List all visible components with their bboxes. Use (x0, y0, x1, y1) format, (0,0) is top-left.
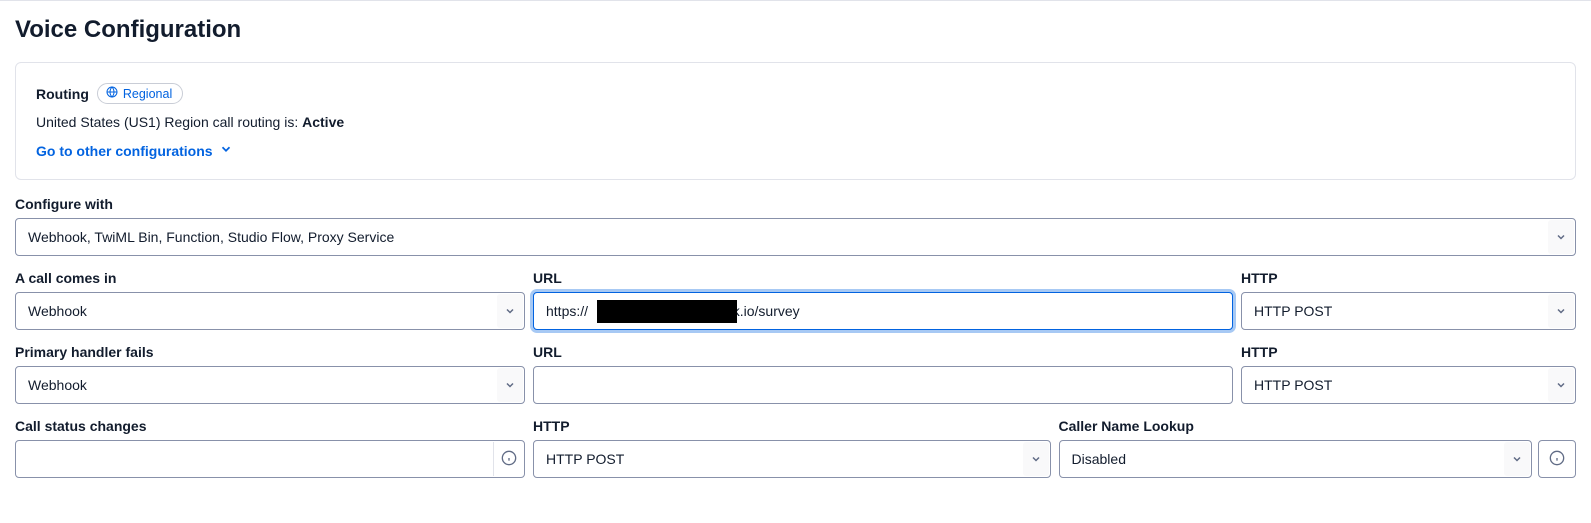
info-icon (1549, 450, 1565, 469)
routing-status: United States (US1) Region call routing … (36, 114, 1555, 130)
other-configurations-link[interactable]: Go to other configurations (36, 142, 233, 159)
routing-panel: Routing Regional United States (US1) Reg… (15, 62, 1576, 180)
call-comes-in-handler-select[interactable] (15, 292, 525, 330)
primary-fails-http-label: HTTP (1241, 344, 1576, 360)
primary-fails-label: Primary handler fails (15, 344, 525, 360)
call-comes-in-url-input[interactable] (533, 292, 1233, 330)
caller-name-lookup-label: Caller Name Lookup (1059, 418, 1577, 434)
info-icon-button[interactable] (493, 442, 523, 476)
call-status-http-label: HTTP (533, 418, 1051, 434)
call-comes-in-url-label: URL (533, 270, 1233, 286)
caller-name-lookup-select[interactable] (1059, 440, 1533, 478)
configure-with-label: Configure with (15, 196, 1576, 212)
call-status-changes-label: Call status changes (15, 418, 525, 434)
page-title: Voice Configuration (15, 16, 1576, 44)
configure-with-select[interactable] (15, 218, 1576, 256)
call-comes-in-label: A call comes in (15, 270, 525, 286)
primary-fails-http-select[interactable] (1241, 366, 1576, 404)
call-comes-in-http-select[interactable] (1241, 292, 1576, 330)
regional-badge-text: Regional (123, 87, 172, 101)
info-icon (501, 450, 517, 469)
primary-fails-handler-select[interactable] (15, 366, 525, 404)
call-status-url-input[interactable] (15, 440, 525, 478)
routing-status-value: Active (302, 114, 344, 130)
call-status-http-select[interactable] (533, 440, 1051, 478)
primary-fails-url-input[interactable] (533, 366, 1233, 404)
chevron-down-icon (219, 142, 233, 159)
globe-icon (106, 86, 118, 101)
caller-name-info-button[interactable] (1538, 440, 1576, 478)
regional-badge[interactable]: Regional (97, 83, 183, 104)
primary-fails-url-label: URL (533, 344, 1233, 360)
routing-label: Routing (36, 86, 89, 102)
call-comes-in-http-label: HTTP (1241, 270, 1576, 286)
